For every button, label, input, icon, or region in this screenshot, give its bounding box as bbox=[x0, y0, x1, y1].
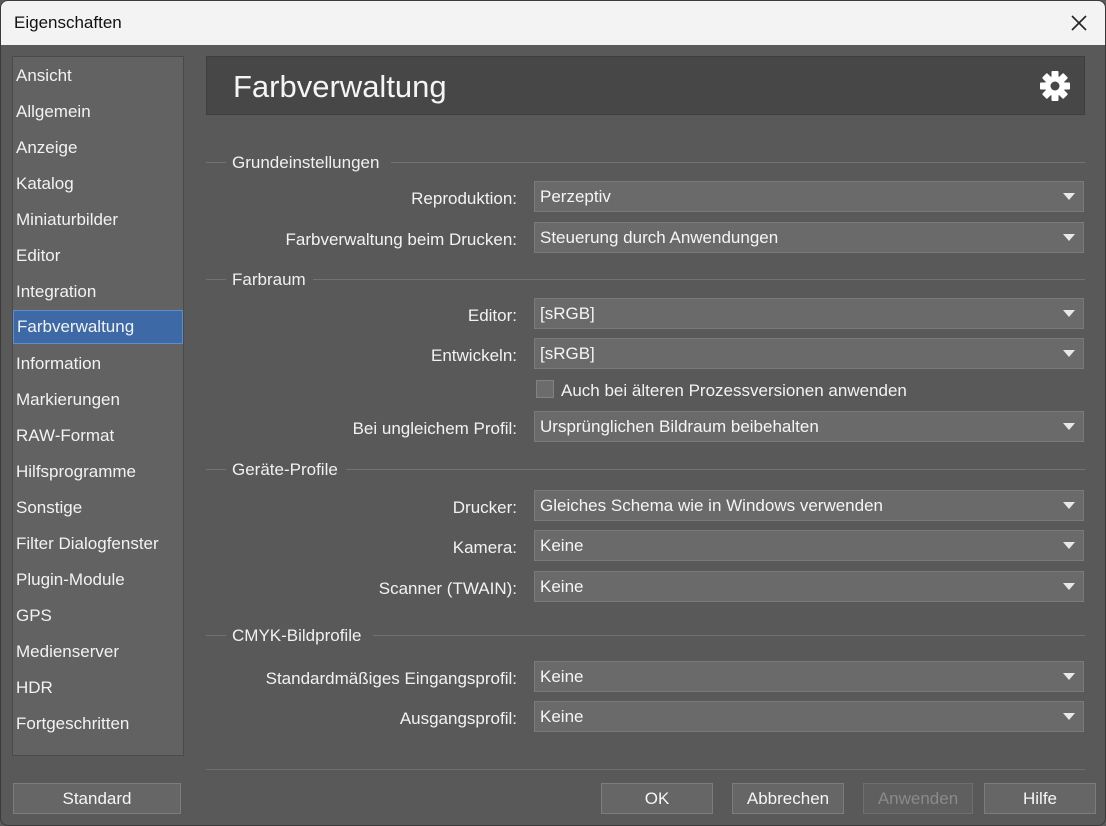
sidebar-item-hdr[interactable]: HDR bbox=[13, 671, 183, 705]
page-title: Farbverwaltung bbox=[233, 69, 447, 104]
kamera-label: Kamera: bbox=[452, 538, 517, 557]
anwenden-button[interactable]: Anwenden bbox=[863, 783, 973, 814]
scanner-label: Scanner (TWAIN): bbox=[378, 579, 517, 598]
chevron-down-icon bbox=[1063, 193, 1075, 200]
kamera-profile-dropdown[interactable]: Keine bbox=[534, 530, 1084, 561]
section-title-farbraum: Farbraum bbox=[232, 270, 306, 289]
section-divider bbox=[206, 469, 226, 470]
sidebar-item-raw-format[interactable]: RAW-Format bbox=[13, 419, 183, 453]
section-divider bbox=[206, 279, 226, 280]
window-title: Eigenschaften bbox=[14, 13, 122, 32]
chevron-down-icon bbox=[1063, 713, 1075, 720]
title-bar: Eigenschaften bbox=[1, 1, 1105, 45]
gear-icon bbox=[1040, 71, 1070, 101]
sidebar-item-information[interactable]: Information bbox=[13, 347, 183, 381]
section-divider bbox=[346, 469, 1085, 470]
chevron-down-icon bbox=[1063, 350, 1075, 357]
close-button[interactable] bbox=[1061, 5, 1097, 41]
editor-label: Editor: bbox=[467, 306, 517, 325]
chevron-down-icon bbox=[1063, 542, 1075, 549]
section-divider bbox=[373, 635, 1085, 636]
entwickeln-label: Entwickeln: bbox=[431, 346, 517, 365]
ausgangsprofil-value: Keine bbox=[540, 707, 584, 726]
sidebar-item-editor[interactable]: Editor bbox=[13, 239, 183, 273]
footer-divider bbox=[206, 769, 1085, 770]
section-divider bbox=[206, 635, 226, 636]
chevron-down-icon bbox=[1063, 673, 1075, 680]
eingangsprofil-dropdown[interactable]: Keine bbox=[534, 661, 1084, 692]
eingangsprofil-value: Keine bbox=[540, 667, 584, 686]
section-divider bbox=[206, 162, 226, 163]
sidebar-item-gps[interactable]: GPS bbox=[13, 599, 183, 633]
close-icon bbox=[1071, 15, 1087, 31]
sidebar-item-hilfsprogramme[interactable]: Hilfsprogramme bbox=[13, 455, 183, 489]
chevron-down-icon bbox=[1063, 310, 1075, 317]
sidebar-item-katalog[interactable]: Katalog bbox=[13, 167, 183, 201]
properties-dialog: Eigenschaften Ansicht Allgemein Anzeige … bbox=[0, 0, 1106, 826]
section-divider bbox=[313, 279, 1085, 280]
eingangsprofil-label: Standardmäßiges Eingangsprofil: bbox=[265, 669, 517, 688]
reproduktion-dropdown[interactable]: Perzeptiv bbox=[534, 181, 1084, 212]
entwickeln-colorspace-dropdown[interactable]: [sRGB] bbox=[534, 338, 1084, 369]
reproduktion-value: Perzeptiv bbox=[540, 187, 611, 206]
chevron-down-icon bbox=[1063, 234, 1075, 241]
reproduktion-label: Reproduktion: bbox=[411, 189, 517, 208]
editor-colorspace-value: [sRGB] bbox=[540, 304, 595, 323]
page-header: Farbverwaltung bbox=[206, 56, 1085, 115]
ausgangsprofil-label: Ausgangsprofil: bbox=[399, 709, 517, 728]
older-process-versions-label[interactable]: Auch bei älteren Prozessversionen anwend… bbox=[561, 381, 907, 401]
scanner-profile-value: Keine bbox=[540, 577, 584, 596]
sidebar-item-ansicht[interactable]: Ansicht bbox=[13, 59, 183, 93]
older-process-versions-checkbox[interactable] bbox=[536, 380, 554, 398]
drucker-label: Drucker: bbox=[452, 498, 517, 517]
scanner-profile-dropdown[interactable]: Keine bbox=[534, 571, 1084, 602]
section-title-geraete-profile: Geräte-Profile bbox=[232, 460, 338, 479]
entwickeln-colorspace-value: [sRGB] bbox=[540, 344, 595, 363]
kamera-profile-value: Keine bbox=[540, 536, 584, 555]
abbrechen-button[interactable]: Abbrechen bbox=[732, 783, 844, 814]
section-divider bbox=[391, 162, 1085, 163]
standard-button[interactable]: Standard bbox=[13, 783, 181, 814]
category-sidebar: Ansicht Allgemein Anzeige Katalog Miniat… bbox=[12, 56, 184, 756]
ungleiches-profil-value: Ursprünglichen Bildraum beibehalten bbox=[540, 417, 819, 436]
section-title-grundeinstellungen: Grundeinstellungen bbox=[232, 153, 380, 172]
settings-button[interactable] bbox=[1038, 69, 1072, 103]
farbverwaltung-drucken-dropdown[interactable]: Steuerung durch Anwendungen bbox=[534, 222, 1084, 253]
section-title-cmyk-bildprofile: CMYK-Bildprofile bbox=[232, 626, 362, 645]
ungleiches-profil-dropdown[interactable]: Ursprünglichen Bildraum beibehalten bbox=[534, 411, 1084, 442]
sidebar-item-farbverwaltung[interactable]: Farbverwaltung bbox=[13, 310, 183, 344]
sidebar-item-anzeige[interactable]: Anzeige bbox=[13, 131, 183, 165]
editor-colorspace-dropdown[interactable]: [sRGB] bbox=[534, 298, 1084, 329]
sidebar-item-allgemein[interactable]: Allgemein bbox=[13, 95, 183, 129]
sidebar-item-plugin-module[interactable]: Plugin-Module bbox=[13, 563, 183, 597]
farbverwaltung-drucken-label: Farbverwaltung beim Drucken: bbox=[285, 230, 517, 249]
farbverwaltung-drucken-value: Steuerung durch Anwendungen bbox=[540, 228, 779, 247]
chevron-down-icon bbox=[1063, 583, 1075, 590]
sidebar-item-markierungen[interactable]: Markierungen bbox=[13, 383, 183, 417]
chevron-down-icon bbox=[1063, 502, 1075, 509]
sidebar-item-miniaturbilder[interactable]: Miniaturbilder bbox=[13, 203, 183, 237]
chevron-down-icon bbox=[1063, 423, 1075, 430]
hilfe-button[interactable]: Hilfe bbox=[984, 783, 1096, 814]
sidebar-item-fortgeschritten[interactable]: Fortgeschritten bbox=[13, 707, 183, 741]
sidebar-item-sonstige[interactable]: Sonstige bbox=[13, 491, 183, 525]
ok-button[interactable]: OK bbox=[601, 783, 713, 814]
drucker-profile-value: Gleiches Schema wie in Windows verwenden bbox=[540, 496, 883, 515]
sidebar-item-medienserver[interactable]: Medienserver bbox=[13, 635, 183, 669]
sidebar-item-filter-dialogfenster[interactable]: Filter Dialogfenster bbox=[13, 527, 183, 561]
sidebar-item-integration[interactable]: Integration bbox=[13, 275, 183, 309]
ausgangsprofil-dropdown[interactable]: Keine bbox=[534, 701, 1084, 732]
ungleiches-profil-label: Bei ungleichem Profil: bbox=[352, 419, 517, 438]
drucker-profile-dropdown[interactable]: Gleiches Schema wie in Windows verwenden bbox=[534, 490, 1084, 521]
